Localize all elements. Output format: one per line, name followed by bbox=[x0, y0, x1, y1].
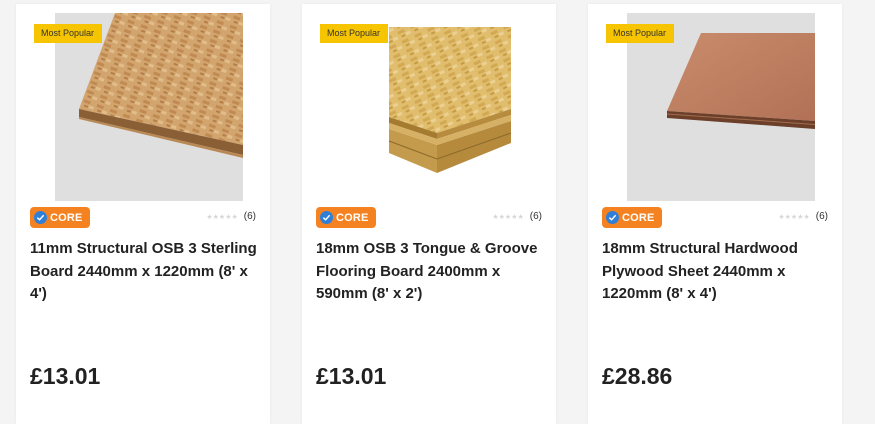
product-price: £28.86 bbox=[602, 363, 673, 389]
star-rating-icon: ★★★★★ bbox=[778, 213, 810, 221]
rating-count: (6) bbox=[529, 211, 542, 222]
product-card[interactable]: Most Popular CORE ★★★★★ (6) 11mm Structu… bbox=[16, 4, 270, 424]
star-rating-icon: ★★★★★ bbox=[492, 213, 524, 221]
rating[interactable]: ★★★★★ (6) bbox=[492, 211, 542, 222]
rating-count: (6) bbox=[243, 211, 256, 222]
product-title[interactable]: 18mm Structural Hardwood Plywood Sheet 2… bbox=[602, 238, 834, 306]
core-label: CORE bbox=[622, 211, 655, 224]
core-brand-tag: CORE bbox=[316, 207, 376, 228]
most-popular-badge: Most Popular bbox=[606, 24, 675, 43]
check-icon bbox=[606, 211, 619, 224]
product-card[interactable]: Most Popular CORE ★★★★★ (6) 18mm Structu… bbox=[588, 4, 842, 424]
product-title[interactable]: 11mm Structural OSB 3 Sterling Board 244… bbox=[30, 238, 262, 306]
core-label: CORE bbox=[50, 211, 83, 224]
core-label: CORE bbox=[336, 211, 369, 224]
product-price: £13.01 bbox=[316, 363, 387, 389]
check-icon bbox=[320, 211, 333, 224]
product-title[interactable]: 18mm OSB 3 Tongue & Groove Flooring Boar… bbox=[316, 238, 548, 306]
rating-count: (6) bbox=[815, 211, 828, 222]
rating[interactable]: ★★★★★ (6) bbox=[778, 211, 828, 222]
product-price: £13.01 bbox=[30, 363, 101, 389]
product-card[interactable]: Most Popular CORE ★★★★★ (6) 18mm OSB 3 T… bbox=[302, 4, 556, 424]
core-brand-tag: CORE bbox=[602, 207, 662, 228]
rating[interactable]: ★★★★★ (6) bbox=[206, 211, 256, 222]
most-popular-badge: Most Popular bbox=[34, 24, 103, 43]
check-icon bbox=[34, 211, 47, 224]
most-popular-badge: Most Popular bbox=[320, 24, 389, 43]
star-rating-icon: ★★★★★ bbox=[206, 213, 238, 221]
core-brand-tag: CORE bbox=[30, 207, 90, 228]
